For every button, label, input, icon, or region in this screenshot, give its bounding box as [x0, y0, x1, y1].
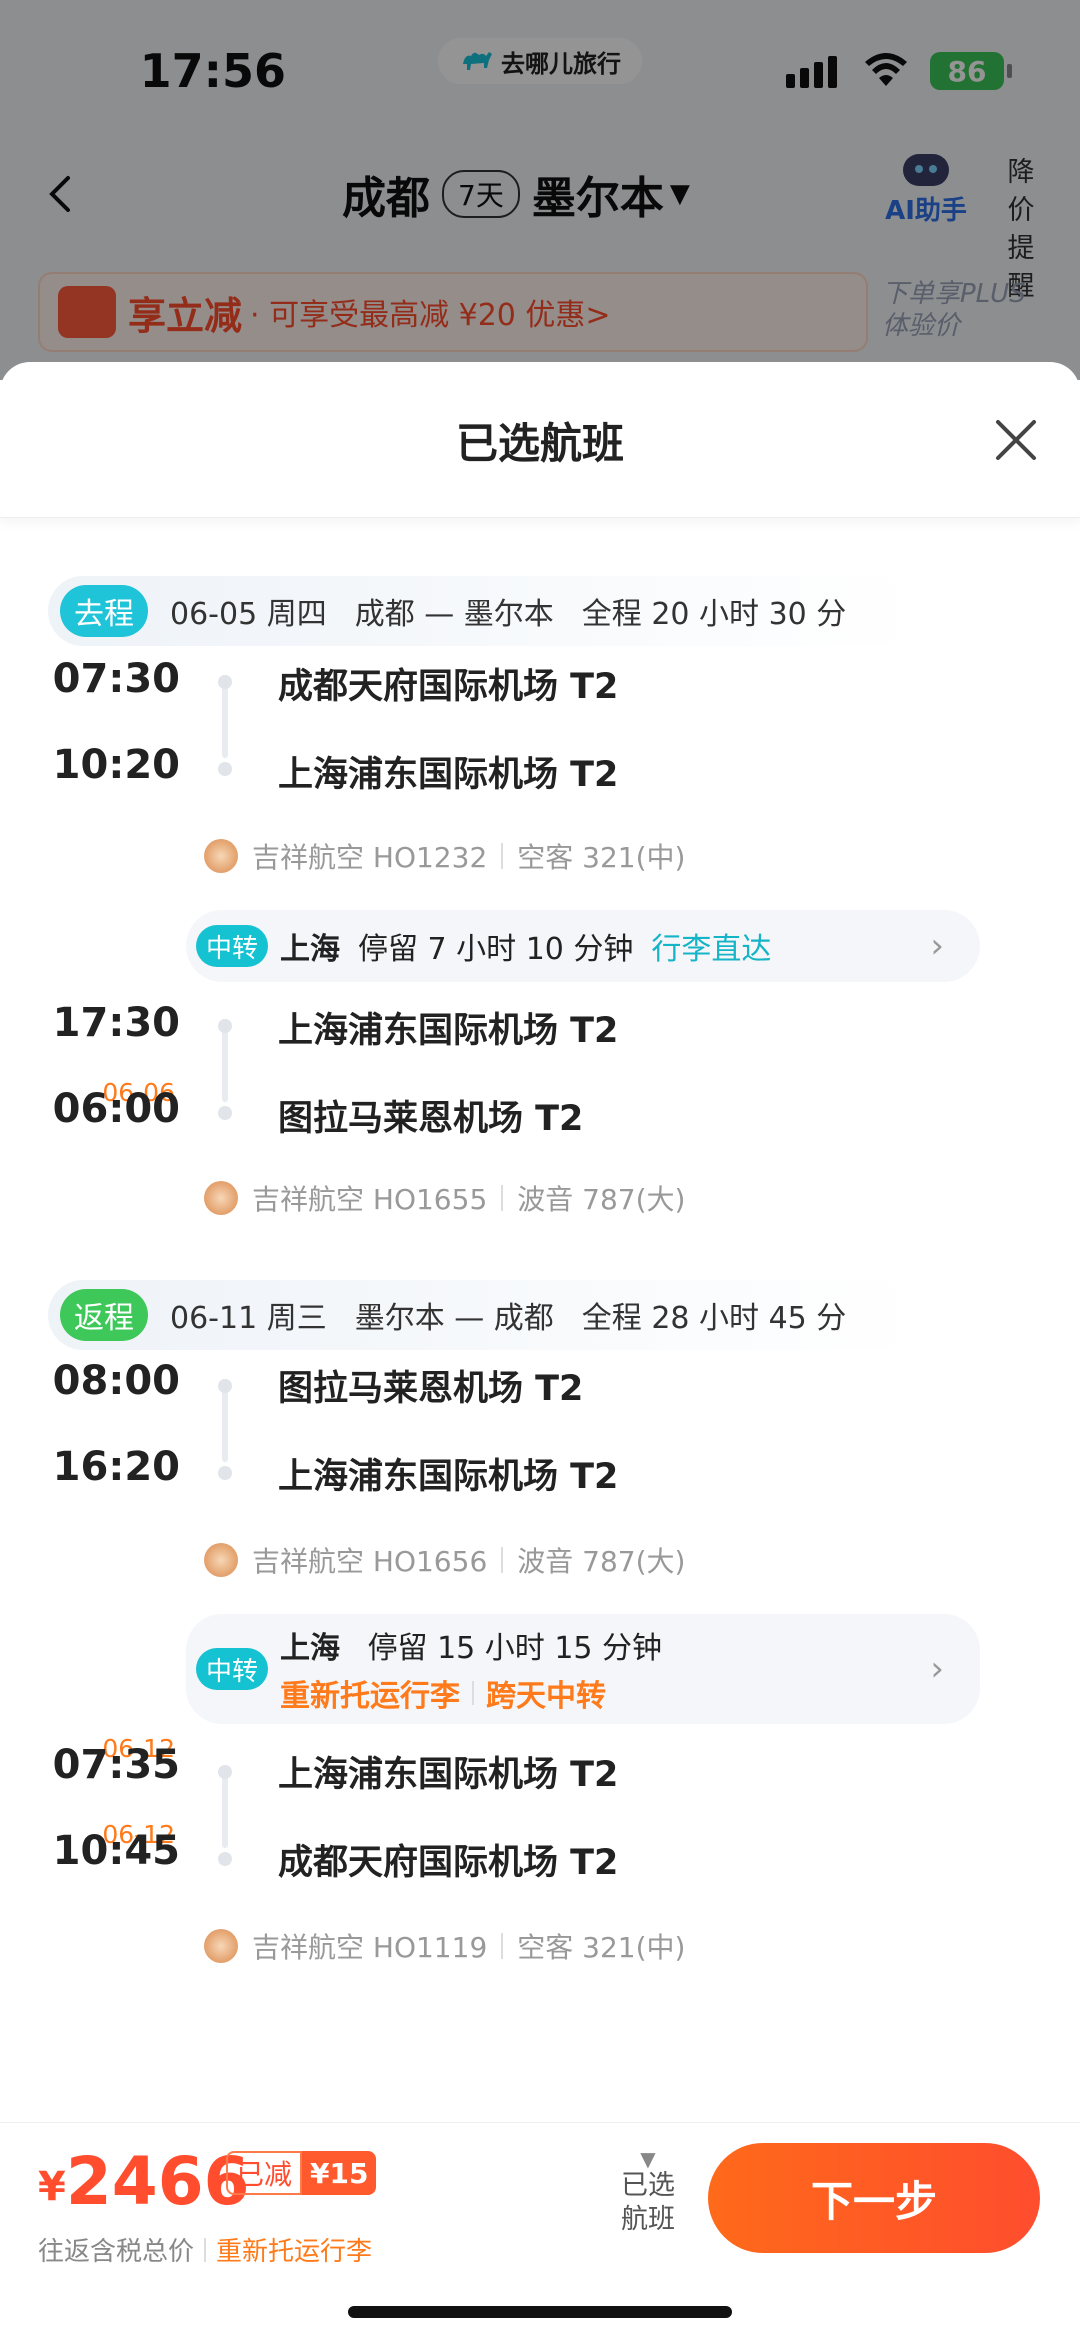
aircraft-type: 波音 787(大)	[517, 1545, 686, 1578]
selected-flights-toggle[interactable]: ▼ 已选航班	[616, 2149, 680, 2237]
transfer-city: 上海	[280, 932, 341, 967]
timeline-dot	[218, 675, 232, 689]
airline-logo-icon	[204, 1929, 238, 1963]
aircraft-type: 空客 321(中)	[517, 1931, 686, 1964]
price-note: 往返含税总价 重新托运行李	[38, 2231, 372, 2268]
airline-info: 吉祥航空 HO1232 空客 321(中)	[204, 836, 685, 876]
timeline-line	[222, 1386, 228, 1462]
flight-number: 吉祥航空 HO1232	[252, 841, 488, 874]
airline-info: 吉祥航空 HO1655 波音 787(大)	[204, 1178, 685, 1218]
departure-time: 07:35	[52, 1742, 180, 1788]
return-duration: 全程 28 小时 45 分	[581, 1301, 847, 1336]
departure-airport: 上海浦东国际机场 T2	[278, 1011, 619, 1051]
arrival-airport: 图拉马莱恩机场 T2	[278, 1099, 584, 1139]
return-tag: 返程	[60, 1289, 148, 1341]
airline-logo-icon	[204, 1543, 238, 1577]
selected-flights-label: 已选航班	[621, 2170, 675, 2235]
aircraft-type: 波音 787(大)	[517, 1183, 686, 1216]
outbound-duration: 全程 20 小时 30 分	[581, 597, 847, 632]
transfer-note: 跨天中转	[486, 1679, 607, 1714]
flight-number: 吉祥航空 HO1119	[252, 1931, 488, 1964]
transfer-note: 行李直达	[651, 932, 772, 967]
airline-logo-icon	[204, 1181, 238, 1215]
outbound-header: 去程 06-05 周四 成都 — 墨尔本 全程 20 小时 30 分	[48, 576, 918, 646]
selected-flights-sheet: 已选航班 去程 06-05 周四 成都 — 墨尔本 全程 20 小时 30 分 …	[0, 362, 1080, 2337]
price-currency: ¥	[38, 2164, 66, 2210]
arrival-time: 10:45	[52, 1828, 180, 1874]
timeline-line	[222, 1026, 228, 1102]
discount-badge: 已减 ¥15	[226, 2151, 377, 2195]
transfer-stay: 停留 15 小时 15 分钟	[367, 1631, 663, 1666]
timeline-dot	[218, 1765, 232, 1779]
airline-info: 吉祥航空 HO1656 波音 787(大)	[204, 1540, 685, 1580]
discount-label: 已减	[226, 2151, 303, 2195]
timeline-line	[222, 682, 228, 758]
transfer-row[interactable]: 中转 上海 停留 7 小时 10 分钟 行李直达 ›	[186, 910, 980, 982]
caret-down-icon: ▼	[640, 2147, 656, 2171]
return-header: 返程 06-11 周三 墨尔本 — 成都 全程 28 小时 45 分	[48, 1280, 918, 1350]
timeline-dot	[218, 1019, 232, 1033]
timeline-dot	[218, 1106, 232, 1120]
transfer-city: 上海	[280, 1631, 341, 1666]
transfer-row[interactable]: 中转 上海 停留 15 小时 15 分钟 重新托运行李 跨天中转 ›	[186, 1614, 980, 1724]
return-date: 06-11 周三	[170, 1301, 327, 1336]
price-value: 2466	[65, 2143, 250, 2220]
timeline-dot	[218, 1852, 232, 1866]
departure-time: 08:00	[52, 1358, 180, 1404]
return-route: 墨尔本 — 成都	[354, 1301, 554, 1336]
transfer-tag: 中转	[196, 1648, 269, 1690]
total-price: ¥ 2466	[38, 2143, 250, 2220]
home-indicator	[348, 2306, 732, 2318]
departure-time: 07:30	[52, 656, 180, 702]
sheet-title: 已选航班	[455, 419, 624, 468]
outbound-route: 成都 — 墨尔本	[354, 597, 554, 632]
price-note-text: 往返含税总价	[38, 2237, 195, 2267]
chevron-right-icon: ›	[930, 926, 944, 966]
flight-number: 吉祥航空 HO1656	[252, 1545, 488, 1578]
timeline-dot	[218, 1466, 232, 1480]
arrival-airport: 上海浦东国际机场 T2	[278, 1457, 619, 1497]
close-icon[interactable]	[992, 416, 1040, 464]
timeline-dot	[218, 762, 232, 776]
arrival-airport: 成都天府国际机场 T2	[278, 1843, 619, 1883]
arrival-time: 10:20	[52, 742, 180, 788]
outbound-date: 06-05 周四	[170, 597, 327, 632]
flight-number: 吉祥航空 HO1655	[252, 1183, 488, 1216]
checkout-bar: ¥ 2466 已减 ¥15 往返含税总价 重新托运行李 ▼ 已选航班 下一步	[0, 2122, 1080, 2337]
transfer-note: 重新托运行李	[280, 1679, 461, 1714]
discount-amount: ¥15	[302, 2151, 377, 2195]
arrival-time: 16:20	[52, 1444, 180, 1490]
airline-info: 吉祥航空 HO1119 空客 321(中)	[204, 1926, 685, 1966]
overlay-dim[interactable]	[0, 0, 1080, 380]
outbound-tag: 去程	[60, 585, 148, 637]
departure-airport: 上海浦东国际机场 T2	[278, 1755, 619, 1795]
transfer-stay: 停留 7 小时 10 分钟	[358, 932, 634, 967]
timeline-dot	[218, 1379, 232, 1393]
departure-airport: 图拉马莱恩机场 T2	[278, 1369, 584, 1409]
arrival-time: 06:00	[52, 1086, 180, 1132]
next-step-button[interactable]: 下一步	[708, 2143, 1040, 2253]
sheet-header: 已选航班	[0, 362, 1080, 518]
timeline-line	[222, 1772, 228, 1848]
chevron-right-icon: ›	[930, 1649, 944, 1689]
departure-airport: 成都天府国际机场 T2	[278, 667, 619, 707]
transfer-tag: 中转	[196, 925, 269, 967]
baggage-note: 重新托运行李	[216, 2237, 373, 2267]
departure-time: 17:30	[52, 1000, 180, 1046]
aircraft-type: 空客 321(中)	[517, 841, 686, 874]
airline-logo-icon	[204, 839, 238, 873]
arrival-airport: 上海浦东国际机场 T2	[278, 755, 619, 795]
